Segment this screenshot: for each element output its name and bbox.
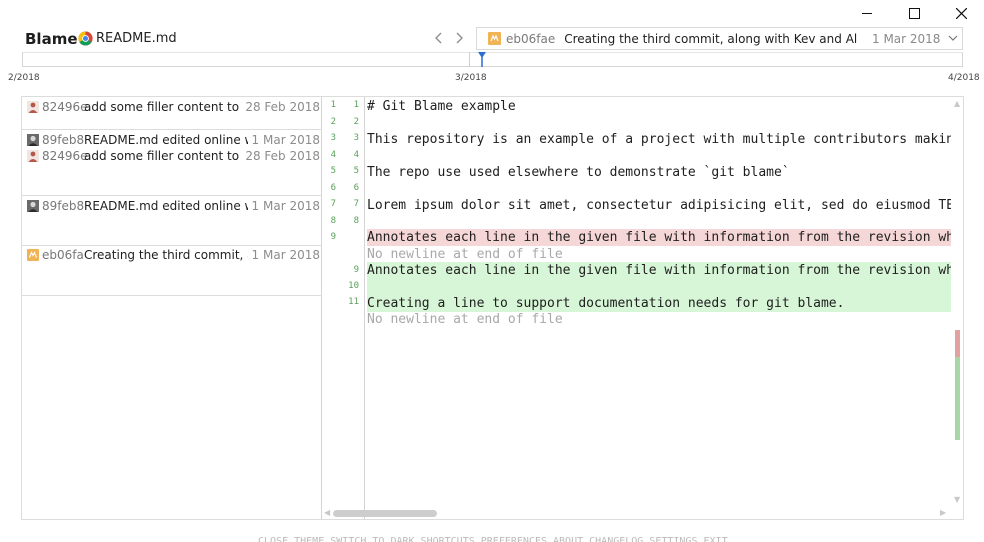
code-line: This repository is an example of a proje…	[367, 132, 951, 147]
blame-row[interactable]: 82496e add some filler content to the...…	[22, 98, 322, 115]
scroll-down-icon[interactable]: ▼	[954, 495, 960, 504]
code-line: # Git Blame example	[367, 99, 516, 114]
minimize-icon	[862, 13, 872, 14]
new-line-number: 4	[353, 150, 359, 160]
deletion-marker	[955, 330, 960, 357]
scroll-up-icon[interactable]: ▲	[954, 99, 960, 108]
chrome-icon	[78, 31, 93, 46]
underlying-window-text: CLOSE THEME SWITCH TO DARK SHORTCUTS PRE…	[258, 536, 728, 542]
blame-message: Creating the third commit, alon...	[84, 247, 248, 262]
new-line-number: 10	[348, 281, 359, 291]
new-line-number: 8	[353, 216, 359, 226]
old-line-number: 2	[330, 117, 336, 127]
commit-hash: eb06fae	[506, 31, 556, 46]
timeline-marker-icon[interactable]	[478, 51, 486, 67]
no-newline-note: No newline at end of file	[367, 312, 563, 327]
commit-avatar-icon	[488, 32, 501, 45]
new-line-number: 2	[353, 117, 359, 127]
blame-row[interactable]: eb06fa Creating the third commit, alon..…	[22, 246, 322, 263]
blame-row[interactable]: 82496e add some filler content to the...…	[22, 147, 322, 164]
blame-annotations: 82496e add some filler content to the...…	[22, 97, 322, 519]
blame-row[interactable]: 89feb8 README.md edited online with... 1…	[22, 131, 322, 148]
blame-panel: 82496e add some filler content to the...…	[21, 96, 964, 520]
old-line-number: 9	[330, 232, 336, 242]
horizontal-scroll-thumb[interactable]	[333, 510, 437, 517]
commit-selector[interactable]: eb06fae Creating the third commit, along…	[476, 27, 963, 50]
timeline-label-middle: 3/2018	[455, 73, 487, 83]
chevron-down-icon	[948, 35, 958, 41]
old-line-number: 5	[330, 166, 336, 176]
new-line-number: 3	[353, 133, 359, 143]
new-line-number: 5	[353, 166, 359, 176]
vertical-scrollbar[interactable]: ▲ ▼	[952, 97, 964, 507]
blame-date: 1 Mar 2018	[251, 198, 320, 213]
previous-commit-button[interactable]	[431, 30, 445, 46]
chevron-left-icon	[435, 32, 442, 44]
code-line: The repo use used elsewhere to demonstra…	[367, 165, 790, 180]
addition-marker	[955, 357, 960, 440]
maximize-icon	[908, 7, 920, 19]
blame-hash: eb06fa	[42, 247, 84, 262]
new-line-number: 11	[348, 297, 359, 307]
blame-message: add some filler content to the...	[84, 99, 241, 114]
blame-date: 28 Feb 2018	[245, 148, 320, 163]
new-line-number: 6	[353, 183, 359, 193]
blame-hash: 82496e	[42, 99, 88, 114]
added-line: Creating a line to support documentation…	[367, 295, 951, 312]
close-button[interactable]	[938, 0, 984, 26]
new-line-number: 9	[353, 265, 359, 275]
old-line-number: 3	[330, 133, 336, 143]
new-line-number: 1	[353, 100, 359, 110]
commit-message: Creating the third commit, along with Ke…	[564, 31, 859, 46]
window-title: Blame	[25, 30, 78, 48]
blame-row[interactable]: 89feb8 README.md edited online with... 1…	[22, 197, 322, 214]
user-avatar-icon	[27, 149, 39, 162]
blame-hash: 89feb8	[42, 198, 85, 213]
new-line-number: 7	[353, 199, 359, 209]
minimize-button[interactable]	[844, 0, 890, 26]
added-line	[367, 279, 951, 296]
maximize-button[interactable]	[891, 0, 937, 26]
old-line-number: 1	[330, 100, 336, 110]
no-newline-note: No newline at end of file	[367, 247, 563, 262]
old-line-number: 4	[330, 150, 336, 160]
blame-date: 28 Feb 2018	[245, 99, 320, 114]
code-view[interactable]: # Git Blame example This repository is a…	[367, 97, 951, 507]
user-avatar-icon	[27, 199, 39, 212]
blame-message: README.md edited online with...	[84, 132, 248, 147]
close-icon	[955, 7, 967, 19]
horizontal-scrollbar[interactable]: ◀ ▶	[323, 507, 951, 519]
blame-date: 1 Mar 2018	[251, 132, 320, 147]
timeline-divider	[469, 52, 470, 67]
timeline-label-end: 4/2018	[948, 73, 980, 83]
next-commit-button[interactable]	[453, 30, 467, 46]
scroll-left-icon[interactable]: ◀	[324, 508, 330, 517]
user-avatar-icon	[27, 133, 39, 146]
commit-date: 1 Mar 2018	[872, 31, 941, 46]
chevron-right-icon	[456, 32, 463, 44]
scroll-right-icon[interactable]: ▶	[940, 508, 946, 517]
timeline-label-start: 2/2018	[8, 73, 40, 83]
code-line: Lorem ipsum dolor sit amet, consectetur …	[367, 198, 951, 213]
blame-message: add some filler content to the...	[84, 148, 241, 163]
user-avatar-icon	[27, 100, 39, 113]
blame-hash: 89feb8	[42, 132, 85, 147]
blame-date: 1 Mar 2018	[251, 247, 320, 262]
added-line: Annotates each line in the given file wi…	[367, 262, 951, 279]
commit-avatar-icon	[27, 248, 39, 261]
file-name: README.md	[96, 31, 177, 46]
old-line-number: 8	[330, 216, 336, 226]
old-line-number: 7	[330, 199, 336, 209]
old-line-number: 6	[330, 183, 336, 193]
blame-message: README.md edited online with...	[84, 198, 248, 213]
blame-hash: 82496e	[42, 148, 88, 163]
deleted-line: Annotates each line in the given file wi…	[367, 229, 951, 246]
commit-timeline[interactable]	[22, 52, 963, 67]
line-number-gutter: 1 1 2 2 3 3 4 4 5 5 6 6 7 7 8 8 9 9 10 1…	[323, 97, 365, 519]
